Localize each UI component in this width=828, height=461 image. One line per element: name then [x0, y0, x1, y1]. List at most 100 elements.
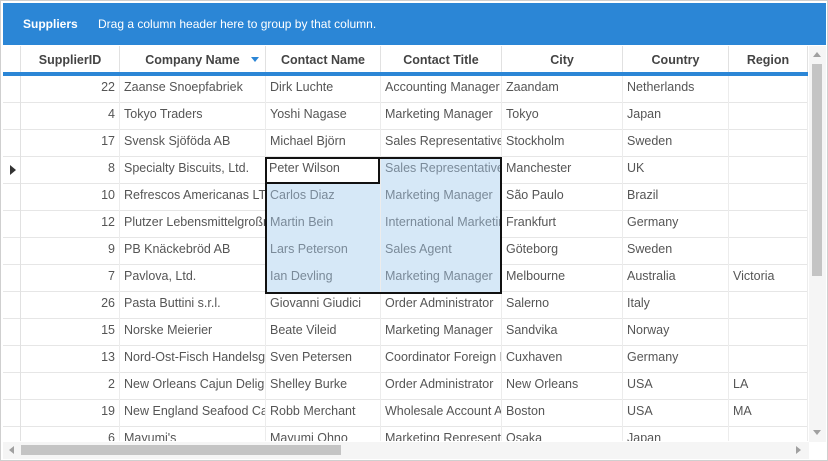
- table-row[interactable]: 13Nord-Ost-Fisch Handelsgesellschaft mbH…: [3, 346, 808, 373]
- row-indicator[interactable]: [3, 427, 21, 441]
- scroll-right-icon[interactable]: [796, 446, 801, 454]
- cell-city[interactable]: São Paulo: [502, 184, 623, 211]
- cell-supplier-id[interactable]: 13: [21, 346, 120, 373]
- cell-region[interactable]: [729, 292, 808, 319]
- cell-region[interactable]: [729, 103, 808, 130]
- cell-contact-name[interactable]: Giovanni Giudici: [266, 292, 381, 319]
- row-indicator[interactable]: [3, 76, 21, 103]
- cell-contact-name[interactable]: Ian Devling: [266, 265, 381, 292]
- cell-contact-name[interactable]: Mayumi Ohno: [266, 427, 381, 441]
- cell-city[interactable]: New Orleans: [502, 373, 623, 400]
- cell-company-name[interactable]: Nord-Ost-Fisch Handelsgesellschaft mbH: [120, 346, 266, 373]
- cell-region[interactable]: [729, 157, 808, 184]
- cell-country[interactable]: Brazil: [623, 184, 729, 211]
- cell-city[interactable]: Melbourne: [502, 265, 623, 292]
- table-row[interactable]: 4 Tokyo Traders Yoshi Nagase Marketing Mana…: [3, 103, 808, 130]
- cell-city[interactable]: Salerno: [502, 292, 623, 319]
- cell-city[interactable]: Tokyo: [502, 103, 623, 130]
- cell-contact-title[interactable]: International Marketing Mgr.: [381, 211, 502, 238]
- cell-contact-title[interactable]: Wholesale Account Agent: [381, 400, 502, 427]
- cell-country[interactable]: Germany: [623, 211, 729, 238]
- table-row[interactable]: 2 New Orleans Cajun Delights Shelley Burke…: [3, 373, 808, 400]
- cell-region[interactable]: [729, 184, 808, 211]
- cell-city[interactable]: Stockholm: [502, 130, 623, 157]
- cell-contact-name[interactable]: Beate Vileid: [266, 319, 381, 346]
- row-indicator[interactable]: [3, 319, 21, 346]
- row-indicator[interactable]: [3, 211, 21, 238]
- cell-supplier-id[interactable]: 26: [21, 292, 120, 319]
- scroll-down-icon[interactable]: [813, 430, 821, 435]
- cell-country[interactable]: Netherlands: [623, 76, 729, 103]
- cell-contact-name[interactable]: Carlos Diaz: [266, 184, 381, 211]
- cell-country[interactable]: Sweden: [623, 238, 729, 265]
- cell-company-name[interactable]: Norske Meierier: [120, 319, 266, 346]
- cell-city[interactable]: Cuxhaven: [502, 346, 623, 373]
- table-row[interactable]: 7 Pavlova, Ltd. Ian Devling Marketing Manag…: [3, 265, 808, 292]
- cell-company-name[interactable]: Svensk Sjöföda AB: [120, 130, 266, 157]
- cell-supplier-id[interactable]: 19: [21, 400, 120, 427]
- row-indicator[interactable]: [3, 265, 21, 292]
- cell-city[interactable]: Göteborg: [502, 238, 623, 265]
- cell-city[interactable]: Boston: [502, 400, 623, 427]
- cell-supplier-id[interactable]: 17: [21, 130, 120, 157]
- cell-company-name[interactable]: Plutzer Lebensmittelgroßmärkte: [120, 211, 266, 238]
- group-panel[interactable]: Suppliers Drag a column header here to g…: [3, 3, 826, 45]
- cell-company-name[interactable]: Pavlova, Ltd.: [120, 265, 266, 292]
- cell-company-name[interactable]: Mayumi's: [120, 427, 266, 441]
- cell-contact-name[interactable]: Dirk Luchte: [266, 76, 381, 103]
- table-row[interactable]: 10Refrescos Americanas LTDACarlos DiazMa…: [3, 184, 808, 211]
- table-row[interactable]: 19New England Seafood CanneryRobb Mercha…: [3, 400, 808, 427]
- row-indicator[interactable]: [3, 400, 21, 427]
- cell-contact-title[interactable]: Coordinator Foreign Markets: [381, 346, 502, 373]
- cell-supplier-id[interactable]: 15: [21, 319, 120, 346]
- cell-region[interactable]: MA: [729, 400, 808, 427]
- column-header-country[interactable]: Country: [623, 46, 729, 72]
- cell-contact-name[interactable]: Martin Bein: [266, 211, 381, 238]
- column-header-contact-title[interactable]: Contact Title: [381, 46, 502, 72]
- row-indicator[interactable]: [3, 373, 21, 400]
- cell-country[interactable]: Italy: [623, 292, 729, 319]
- cell-city[interactable]: Manchester: [502, 157, 623, 184]
- cell-country[interactable]: Norway: [623, 319, 729, 346]
- cell-company-name[interactable]: New England Seafood Cannery: [120, 400, 266, 427]
- row-indicator[interactable]: [3, 292, 21, 319]
- cell-contact-name[interactable]: Yoshi Nagase: [266, 103, 381, 130]
- cell-company-name[interactable]: Zaanse Snoepfabriek: [120, 76, 266, 103]
- cell-company-name[interactable]: Tokyo Traders: [120, 103, 266, 130]
- cell-country[interactable]: Australia: [623, 265, 729, 292]
- cell-supplier-id[interactable]: 9: [21, 238, 120, 265]
- cell-supplier-id[interactable]: 6: [21, 427, 120, 441]
- table-row[interactable]: 22 Zaanse Snoepfabriek Dirk Luchte Accounti…: [3, 76, 808, 103]
- cell-country[interactable]: Germany: [623, 346, 729, 373]
- cell-country[interactable]: USA: [623, 373, 729, 400]
- cell-contact-title[interactable]: Sales Representative: [381, 157, 502, 184]
- cell-contact-title[interactable]: Marketing Manager: [381, 184, 502, 211]
- cell-contact-title[interactable]: Order Administrator: [381, 292, 502, 319]
- vertical-scrollbar[interactable]: [809, 46, 826, 442]
- scroll-left-icon[interactable]: [9, 446, 14, 454]
- cell-company-name[interactable]: PB Knäckebröd AB: [120, 238, 266, 265]
- cell-supplier-id[interactable]: 8: [21, 157, 120, 184]
- row-indicator[interactable]: [3, 130, 21, 157]
- grid-body[interactable]: 22 Zaanse Snoepfabriek Dirk Luchte Accounti…: [3, 76, 808, 441]
- cell-region[interactable]: [729, 130, 808, 157]
- cell-region[interactable]: [729, 238, 808, 265]
- sort-descending-icon[interactable]: [251, 57, 259, 62]
- row-indicator[interactable]: [3, 346, 21, 373]
- horizontal-scroll-thumb[interactable]: [21, 445, 341, 455]
- cell-contact-title[interactable]: Order Administrator: [381, 373, 502, 400]
- cell-region[interactable]: [729, 346, 808, 373]
- column-header-city[interactable]: City: [502, 46, 623, 72]
- cell-contact-title[interactable]: Marketing Manager: [381, 103, 502, 130]
- cell-contact-title[interactable]: Accounting Manager: [381, 76, 502, 103]
- cell-country[interactable]: USA: [623, 400, 729, 427]
- cell-supplier-id[interactable]: 22: [21, 76, 120, 103]
- cell-city[interactable]: Zaandam: [502, 76, 623, 103]
- cell-supplier-id[interactable]: 7: [21, 265, 120, 292]
- cell-region[interactable]: [729, 427, 808, 441]
- table-row[interactable]: 15 Norske Meierier Beate Vileid Marketing M…: [3, 319, 808, 346]
- column-header-company-name[interactable]: Company Name: [120, 46, 266, 72]
- table-row[interactable]: 26 Pasta Buttini s.r.l. Giovanni Giudici Or…: [3, 292, 808, 319]
- row-indicator[interactable]: [3, 157, 21, 184]
- row-indicator[interactable]: [3, 103, 21, 130]
